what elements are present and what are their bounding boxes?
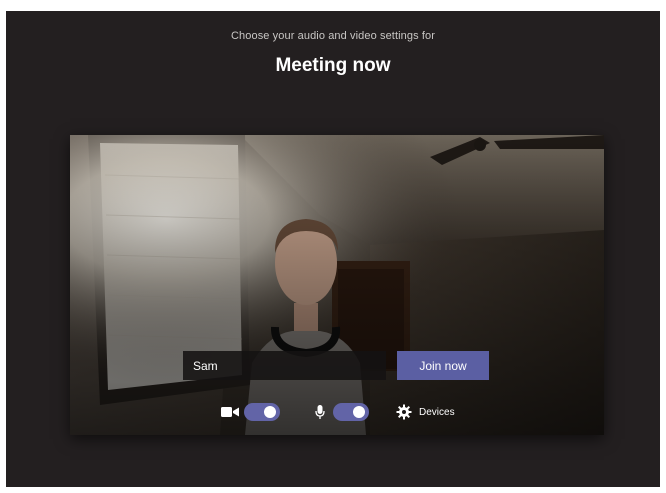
name-input[interactable] bbox=[183, 351, 386, 380]
devices-button[interactable]: Devices bbox=[396, 402, 455, 422]
camera-feed-image bbox=[70, 135, 604, 435]
settings-prompt: Choose your audio and video settings for bbox=[231, 30, 435, 42]
video-camera-icon bbox=[221, 407, 239, 417]
video-preview: Join now bbox=[70, 135, 604, 435]
av-controls-bar: Devices bbox=[70, 400, 604, 424]
devices-label: Devices bbox=[419, 406, 455, 418]
camera-toggle[interactable] bbox=[244, 403, 280, 421]
meeting-prejoin-screen: Choose your audio and video settings for… bbox=[6, 11, 660, 487]
meeting-title: Meeting now bbox=[275, 55, 391, 76]
camera-toggle-knob bbox=[264, 406, 276, 418]
gear-icon bbox=[396, 404, 412, 420]
microphone-toggle[interactable] bbox=[333, 403, 369, 421]
join-now-button[interactable]: Join now bbox=[397, 351, 489, 380]
microphone-icon bbox=[315, 405, 325, 419]
microphone-toggle-knob bbox=[353, 406, 365, 418]
